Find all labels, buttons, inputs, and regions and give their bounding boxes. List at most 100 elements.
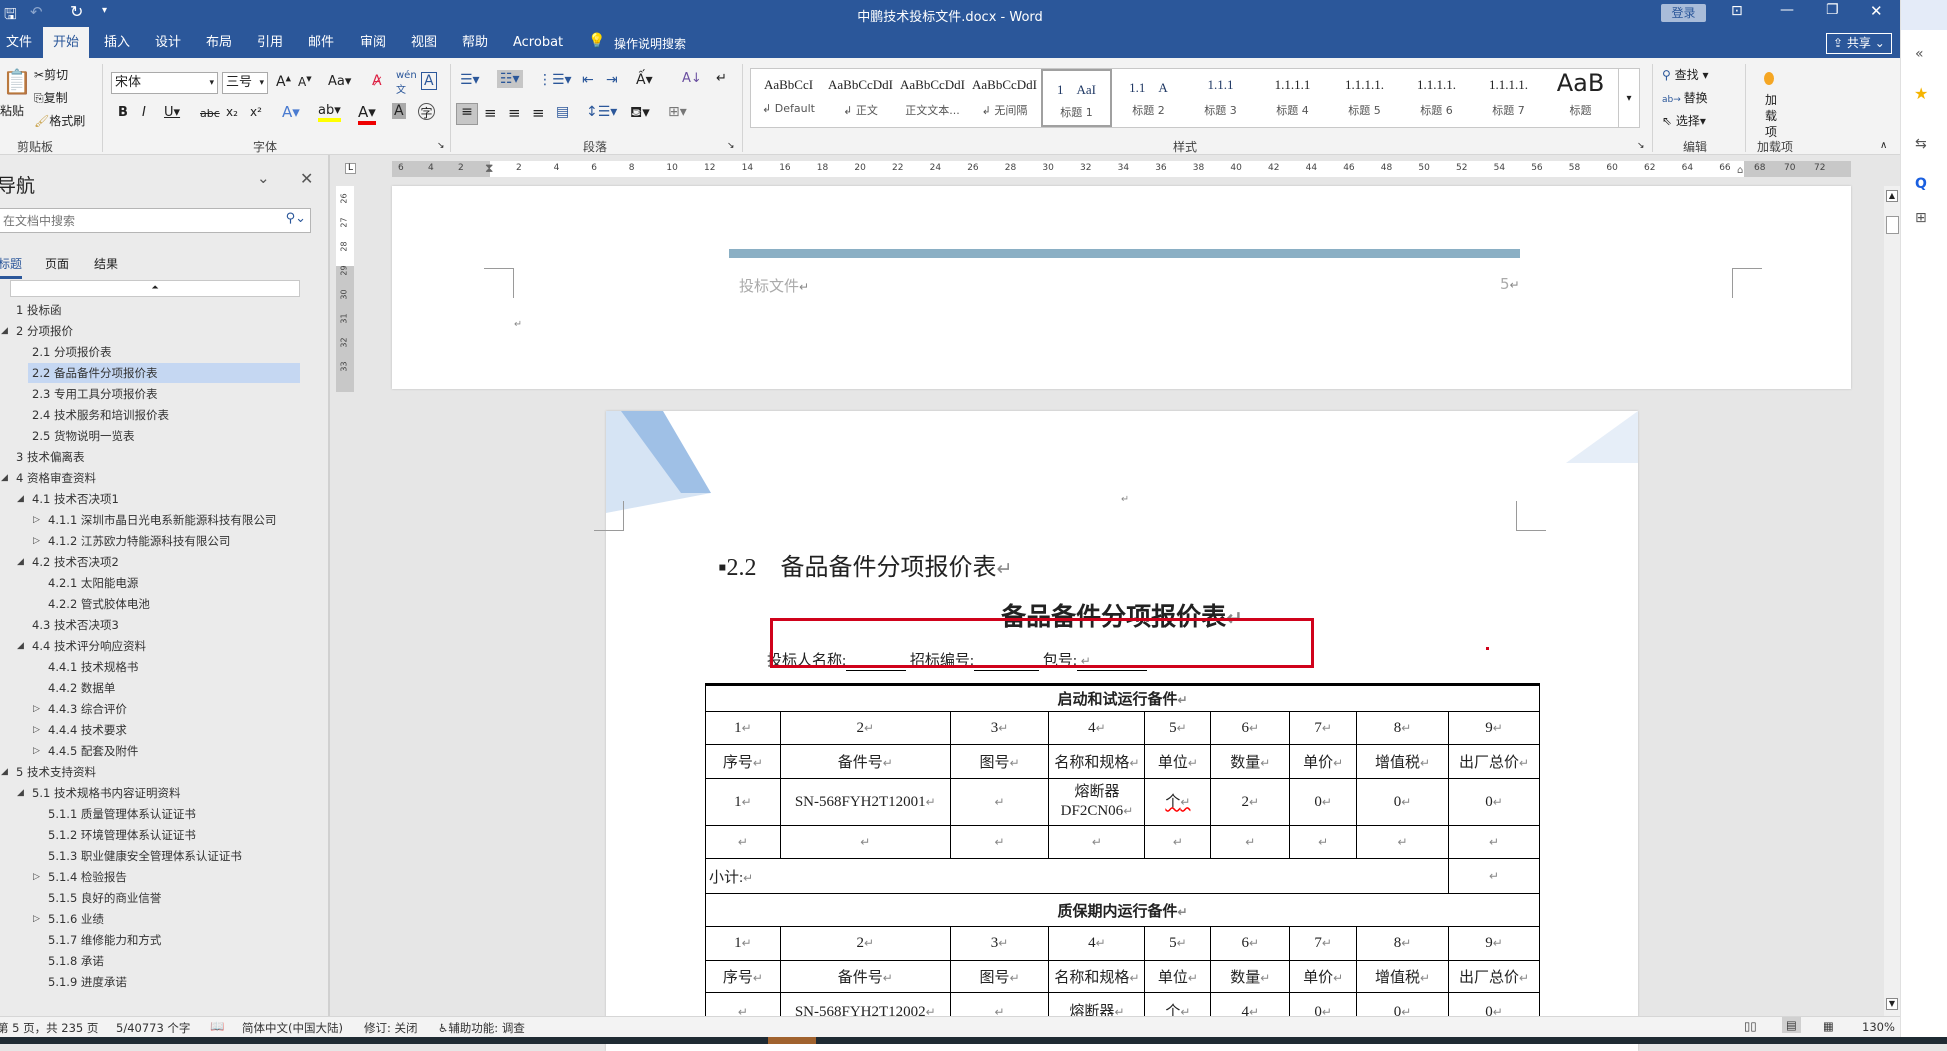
- column-number[interactable]: 9: [1447, 926, 1541, 961]
- nav-tab-headings[interactable]: 标题: [0, 255, 23, 279]
- table-cell[interactable]: [705, 825, 781, 859]
- bold-button[interactable]: B: [118, 105, 128, 120]
- column-number[interactable]: 7: [1289, 926, 1358, 961]
- enclose-characters-icon[interactable]: 字: [418, 103, 435, 120]
- expanded-triangle-icon[interactable]: ◢: [17, 641, 24, 651]
- nav-item[interactable]: 5.1.6 业绩: [0, 909, 300, 929]
- style-4[interactable]: 1 AaI 标题 1: [1041, 69, 1112, 127]
- font-color-icon[interactable]: A▾: [358, 103, 376, 125]
- scroll-up-button[interactable]: ▲: [1886, 190, 1898, 202]
- paste-button[interactable]: 粘贴: [0, 102, 24, 119]
- column-header[interactable]: 名称和规格: [1048, 744, 1146, 779]
- addins-button[interactable]: 加载项: [1760, 92, 1782, 140]
- column-header[interactable]: 出厂总价: [1447, 744, 1541, 779]
- table-cell[interactable]: 个: [1144, 778, 1212, 826]
- nav-item[interactable]: 4.3 技术否决项3: [0, 615, 300, 635]
- print-layout-icon[interactable]: ▤: [1782, 1017, 1801, 1033]
- nav-item[interactable]: 2 分项报价: [0, 321, 300, 341]
- tab-view[interactable]: 视图: [401, 27, 447, 58]
- style-5[interactable]: 1.1 A 标题 2: [1113, 69, 1184, 127]
- nav-item[interactable]: 4.1.2 江苏欧力特能源科技有限公司: [0, 531, 300, 551]
- style-11[interactable]: AaB 标题: [1545, 69, 1616, 127]
- column-number[interactable]: 3: [949, 711, 1050, 745]
- table-cell[interactable]: SN-568FYH2T12001: [779, 778, 951, 826]
- column-header[interactable]: 单位: [1144, 960, 1212, 993]
- column-header[interactable]: 增值税: [1356, 960, 1449, 993]
- nav-item[interactable]: 2.3 专用工具分项报价表: [0, 384, 300, 404]
- nav-item[interactable]: 2.1 分项报价表: [0, 342, 300, 362]
- column-number[interactable]: 1: [705, 711, 781, 745]
- tab-insert[interactable]: 插入: [94, 27, 140, 58]
- subtotal-label[interactable]: 小计:: [705, 858, 1449, 894]
- table-cell[interactable]: [1289, 825, 1358, 859]
- column-number[interactable]: 8: [1356, 711, 1449, 745]
- swap-icon[interactable]: ⇆: [1915, 136, 1927, 152]
- search-icon[interactable]: ⚲⌄: [286, 211, 306, 226]
- column-number[interactable]: 5: [1144, 926, 1212, 961]
- proofing-icon[interactable]: 📖: [210, 1019, 224, 1033]
- align-right-button[interactable]: ≡: [508, 104, 521, 122]
- nav-scrollbar[interactable]: [328, 155, 330, 1016]
- style-10[interactable]: 1.1.1.1. 标题 7: [1473, 69, 1544, 127]
- column-header[interactable]: 图号: [949, 960, 1050, 993]
- collapsed-triangle-icon[interactable]: ▷: [33, 746, 40, 756]
- column-header[interactable]: 单价: [1289, 744, 1358, 779]
- vertical-ruler[interactable]: 26 27 28 29 30 31 32 33: [336, 186, 354, 392]
- nav-item[interactable]: 4.2 技术否决项2: [0, 552, 300, 572]
- nav-item[interactable]: 5.1.3 职业健康安全管理体系认证证书: [0, 846, 300, 866]
- tab-file[interactable]: 文件: [0, 27, 42, 58]
- column-header[interactable]: 增值税: [1356, 744, 1449, 779]
- nav-item[interactable]: 5.1.2 环境管理体系认证证书: [0, 825, 300, 845]
- shading-icon[interactable]: ⛾▾: [630, 103, 650, 123]
- character-border-icon[interactable]: A: [421, 72, 437, 90]
- collapsed-triangle-icon[interactable]: ▷: [33, 914, 40, 924]
- font-size-select[interactable]: 三号 ▾: [222, 72, 268, 94]
- style-6[interactable]: 1.1.1 标题 3: [1185, 69, 1256, 127]
- web-layout-icon[interactable]: ▦: [1823, 1019, 1834, 1033]
- nav-tab-pages[interactable]: 页面: [45, 255, 69, 272]
- close-button[interactable]: ✕: [1870, 2, 1883, 20]
- style-2[interactable]: AaBbCcDdI 正文文本...: [897, 69, 968, 127]
- add-icon[interactable]: ⊞: [1915, 210, 1927, 226]
- column-number[interactable]: 2: [779, 926, 951, 961]
- table-cell[interactable]: 2: [1210, 778, 1291, 826]
- cut-button[interactable]: ✂剪切: [34, 66, 68, 83]
- tab-review[interactable]: 审阅: [350, 27, 396, 58]
- justify-button[interactable]: ≡: [532, 104, 545, 122]
- grow-font-icon[interactable]: A▲: [276, 74, 291, 90]
- style-0[interactable]: AaBbCcI ↲ Default: [753, 69, 824, 127]
- tell-me-search[interactable]: 操作说明搜索: [614, 35, 686, 52]
- column-header[interactable]: 备件号: [779, 744, 951, 779]
- indent-marker[interactable]: ⧗: [485, 161, 493, 176]
- column-header[interactable]: 名称和规格: [1048, 960, 1146, 993]
- right-indent-marker[interactable]: ⌂: [1737, 165, 1743, 176]
- table-cell[interactable]: 0: [1356, 778, 1449, 826]
- collapsed-triangle-icon[interactable]: ▷: [33, 536, 40, 546]
- table-cell[interactable]: [949, 825, 1050, 859]
- styles-dialog-launcher[interactable]: ↘: [1637, 141, 1645, 151]
- text-effects-icon[interactable]: A▾: [282, 103, 300, 121]
- font-dialog-launcher[interactable]: ↘: [437, 141, 445, 151]
- column-number[interactable]: 6: [1210, 926, 1291, 961]
- subscript-button[interactable]: x₂: [226, 105, 238, 119]
- column-number[interactable]: 4: [1048, 711, 1146, 745]
- expanded-triangle-icon[interactable]: ◢: [1, 767, 8, 777]
- expanded-triangle-icon[interactable]: ◢: [1, 326, 8, 336]
- tab-selector[interactable]: L: [345, 163, 356, 174]
- q-icon[interactable]: Q: [1915, 176, 1927, 192]
- style-1[interactable]: AaBbCcDdI ↲ 正文: [825, 69, 896, 127]
- collapsed-triangle-icon[interactable]: ▷: [33, 704, 40, 714]
- read-mode-icon[interactable]: ▯▯: [1744, 1019, 1757, 1033]
- expanded-triangle-icon[interactable]: ◢: [17, 557, 24, 567]
- column-header[interactable]: 单价: [1289, 960, 1358, 993]
- column-header[interactable]: 单位: [1144, 744, 1212, 779]
- sort-icon[interactable]: A↓: [682, 71, 702, 86]
- distributed-button[interactable]: ▤: [556, 104, 569, 120]
- minimize-button[interactable]: —: [1780, 2, 1794, 18]
- italic-button[interactable]: I: [142, 105, 146, 120]
- numbering-icon[interactable]: ☷▾: [497, 70, 523, 88]
- table-cell[interactable]: [1356, 825, 1449, 859]
- nav-item[interactable]: 5.1.8 承诺: [0, 951, 300, 971]
- collapsed-triangle-icon[interactable]: ▷: [33, 725, 40, 735]
- borders-icon[interactable]: ⊞▾: [668, 104, 687, 120]
